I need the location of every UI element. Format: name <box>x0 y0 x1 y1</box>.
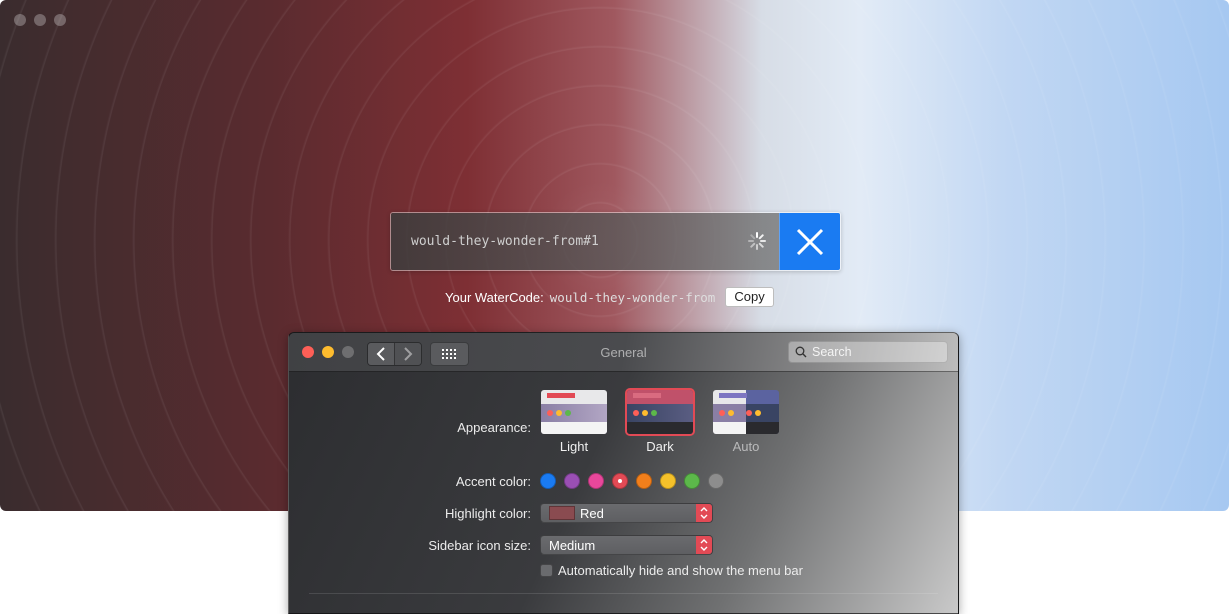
clear-button[interactable] <box>779 213 840 270</box>
accent-color-picker <box>540 473 724 489</box>
accent-pink-swatch[interactable] <box>588 473 604 489</box>
dark-theme-thumbnail <box>625 388 695 436</box>
highlight-color-label: Highlight color: <box>445 506 531 521</box>
watercode-summary: Your WaterCode: would-they-wonder-from C… <box>445 287 774 307</box>
auto-theme-label: Auto <box>732 439 760 454</box>
accent-color-label: Accent color: <box>455 474 531 489</box>
appearance-option-dark[interactable]: Dark <box>625 388 695 454</box>
menu-bar-checkbox[interactable] <box>540 564 553 577</box>
background-window-controls <box>14 14 66 26</box>
accent-green-swatch[interactable] <box>684 473 700 489</box>
sidebar-icon-size-value: Medium <box>549 537 596 553</box>
up-down-arrows-icon <box>696 504 712 522</box>
accent-orange-swatch[interactable] <box>636 473 652 489</box>
menu-bar-option: Automatically hide and show the menu bar <box>540 563 803 578</box>
search-box[interactable] <box>788 341 948 363</box>
watercode-input-bar: would-they-wonder-from#1 <box>390 212 841 271</box>
accent-purple-swatch[interactable] <box>564 473 580 489</box>
highlight-color-value: Red <box>580 505 604 521</box>
bg-zoom-button[interactable] <box>54 14 66 26</box>
close-icon <box>796 228 824 255</box>
watercode-value: would-they-wonder-from <box>549 289 716 305</box>
light-theme-label: Light <box>559 439 589 454</box>
accent-red-swatch[interactable] <box>612 473 628 489</box>
highlight-color-swatch <box>549 506 575 520</box>
highlight-color-select[interactable]: Red <box>540 503 713 523</box>
menu-bar-checkbox-label: Automatically hide and show the menu bar <box>558 563 803 578</box>
up-down-arrows-icon <box>696 536 712 554</box>
section-divider <box>309 593 938 594</box>
accent-yellow-swatch[interactable] <box>660 473 676 489</box>
appearance-option-auto[interactable]: Auto <box>711 388 781 454</box>
dark-theme-label: Dark <box>646 439 674 454</box>
accent-graphite-swatch[interactable] <box>708 473 724 489</box>
appearance-label: Appearance: <box>457 420 531 435</box>
loading-spinner-icon <box>748 232 766 250</box>
appearance-option-light[interactable]: Light <box>539 388 609 454</box>
search-input[interactable] <box>812 345 932 359</box>
watercode-field-text: would-they-wonder-from#1 <box>411 234 599 249</box>
search-icon <box>795 346 807 358</box>
titlebar: General <box>289 333 958 372</box>
watercode-label: Your WaterCode: <box>445 289 544 305</box>
light-theme-thumbnail <box>539 388 609 436</box>
sidebar-icon-size-select[interactable]: Medium <box>540 535 713 555</box>
bg-close-button[interactable] <box>14 14 26 26</box>
auto-theme-thumbnail <box>711 388 781 436</box>
watercode-field[interactable]: would-they-wonder-from#1 <box>391 213 779 270</box>
system-preferences-window: General Appearance: Light Dark <box>288 332 959 614</box>
bg-minimize-button[interactable] <box>34 14 46 26</box>
copy-button[interactable]: Copy <box>725 287 774 307</box>
accent-blue-swatch[interactable] <box>540 473 556 489</box>
sidebar-icon-size-label: Sidebar icon size: <box>428 538 531 553</box>
